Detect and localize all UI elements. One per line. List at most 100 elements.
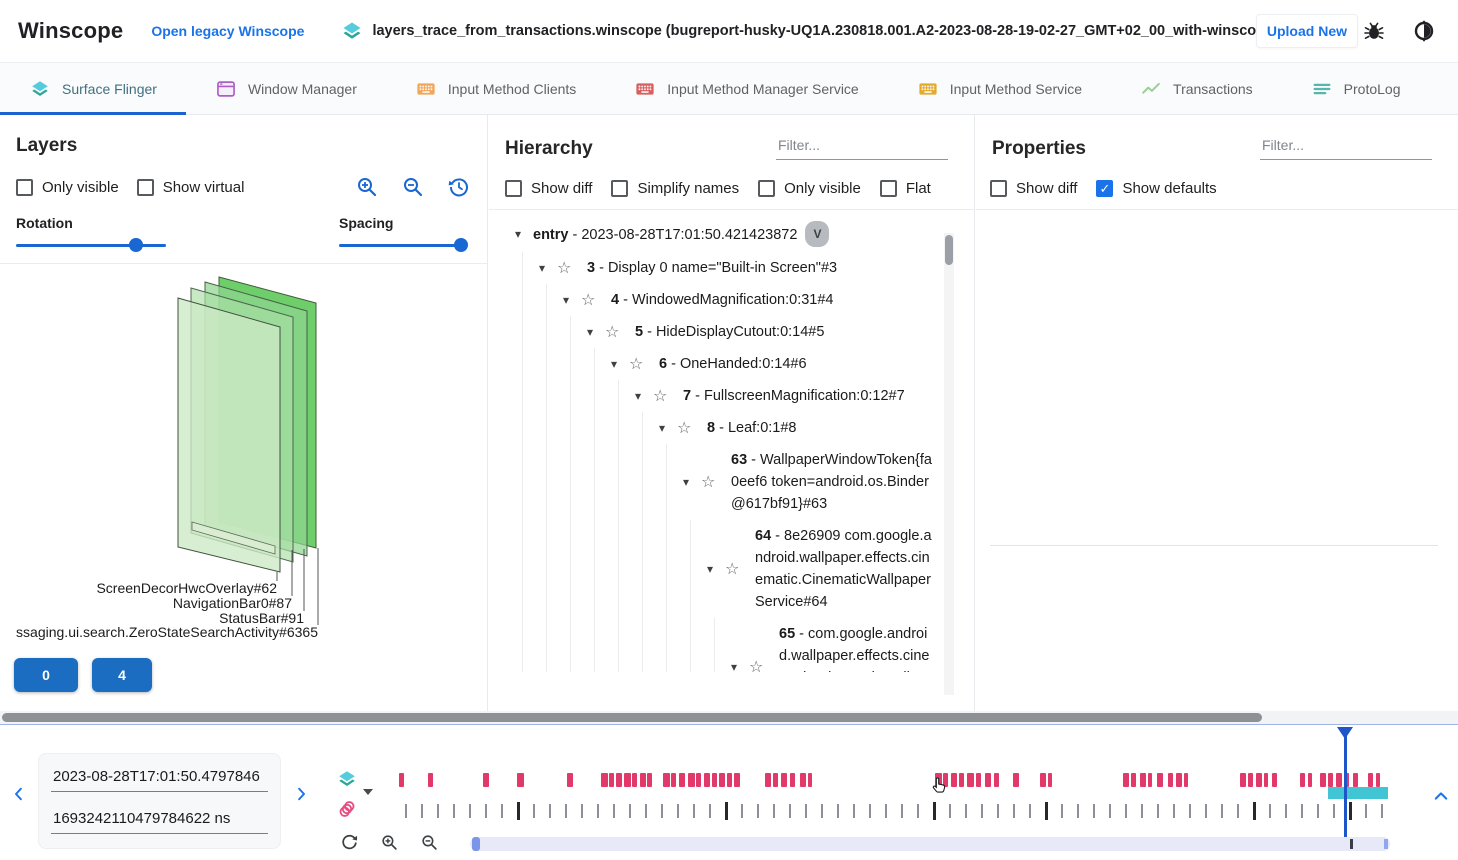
trace-entry-tick[interactable] (741, 804, 743, 818)
pin-star-icon[interactable]: ☆ (605, 322, 627, 342)
transition-mark[interactable] (609, 773, 614, 787)
trace-entry-tick[interactable] (469, 804, 471, 818)
transition-mark[interactable] (517, 773, 524, 787)
transition-mark[interactable] (1336, 773, 1342, 787)
transition-mark[interactable] (1131, 773, 1136, 787)
checkbox-show-diff[interactable]: Show diff (505, 180, 592, 197)
horizontal-scrollbar-thumb[interactable] (2, 713, 1262, 722)
transition-mark[interactable] (727, 773, 732, 787)
trace-entry-tick[interactable] (981, 804, 983, 818)
trace-entry-tick[interactable] (1093, 804, 1095, 818)
collapse-caret-icon[interactable]: ▾ (539, 261, 557, 275)
timeline-cursor-handle[interactable] (1337, 727, 1353, 739)
trace-entry-tick[interactable] (1221, 804, 1223, 818)
trace-entry-tick[interactable] (773, 804, 775, 818)
trace-entry-tick[interactable] (453, 804, 455, 818)
timeline-cursor-line[interactable] (1344, 729, 1347, 837)
transition-mark[interactable] (696, 773, 701, 787)
collapse-caret-icon[interactable]: ▾ (683, 475, 701, 489)
transition-mark[interactable] (719, 773, 725, 787)
transition-mark[interactable] (1040, 773, 1046, 787)
collapse-caret-icon[interactable]: ▾ (587, 325, 605, 339)
pin-star-icon[interactable]: ☆ (581, 290, 603, 310)
trace-entry-tick[interactable] (1269, 804, 1271, 818)
trace-entry-tick[interactable] (1205, 804, 1207, 818)
pin-star-icon[interactable]: ☆ (629, 354, 651, 374)
transition-mark[interactable] (1264, 773, 1268, 787)
trace-entry-tick[interactable] (853, 804, 855, 818)
transition-mark[interactable] (1176, 773, 1182, 787)
transition-mark[interactable] (632, 773, 637, 787)
timeline-range-slider[interactable] (470, 837, 1390, 851)
trace-entry-tick[interactable] (629, 804, 631, 818)
transition-mark[interactable] (959, 773, 964, 787)
trace-entry-tick[interactable] (965, 804, 967, 818)
transition-mark[interactable] (1300, 773, 1305, 787)
trace-entry-tick[interactable] (1109, 804, 1111, 818)
collapse-caret-icon[interactable]: ▾ (635, 389, 653, 403)
trace-entry-tick[interactable] (1173, 804, 1175, 818)
transition-mark[interactable] (1013, 773, 1019, 787)
prev-entry-chevron-icon[interactable] (10, 785, 28, 803)
trace-entry-tick[interactable] (645, 804, 647, 818)
transition-mark[interactable] (679, 773, 685, 787)
range-slider-thumb[interactable] (472, 837, 480, 851)
hierarchy-scrollbar[interactable] (944, 233, 954, 695)
collapse-timeline-chevron-icon[interactable] (1432, 787, 1450, 805)
transition-mark[interactable] (951, 773, 957, 787)
collapse-caret-icon[interactable]: ▾ (707, 562, 725, 576)
transition-mark[interactable] (712, 773, 717, 787)
transition-mark[interactable] (1168, 773, 1173, 787)
pin-star-icon[interactable]: ☆ (557, 258, 579, 278)
trace-entry-tick[interactable] (1077, 804, 1079, 818)
transition-mark[interactable] (1328, 773, 1333, 787)
trace-entry-tick[interactable] (1381, 804, 1383, 818)
trace-entry-tick[interactable] (1301, 804, 1303, 818)
transition-mark[interactable] (1140, 773, 1146, 787)
transition-mark[interactable] (1308, 773, 1312, 787)
checkbox-show-defaults[interactable]: ✓Show defaults (1096, 180, 1216, 197)
trace-entry-tick[interactable] (821, 804, 823, 818)
transition-mark[interactable] (773, 773, 778, 787)
refresh-icon[interactable] (340, 833, 359, 852)
trace-entry-tick[interactable] (725, 802, 728, 820)
trace-entry-tick[interactable] (437, 804, 439, 818)
tree-node-7[interactable]: ▾☆7 - FullscreenMagnification:0:12#7 (489, 380, 974, 412)
hierarchy-scrollbar-thumb[interactable] (945, 235, 953, 265)
trace-entry-tick[interactable] (693, 804, 695, 818)
collapse-caret-icon[interactable]: ▾ (563, 293, 581, 307)
transition-mark[interactable] (976, 773, 981, 787)
tree-node-65[interactable]: ▾☆65 - com.google.android.wallpaper.effe… (489, 618, 974, 672)
tree-node-63[interactable]: ▾☆63 - WallpaperWindowToken{fa0eef6 toke… (489, 444, 974, 520)
open-legacy-link[interactable]: Open legacy Winscope (151, 23, 304, 39)
trace-entry-tick[interactable] (581, 804, 583, 818)
trace-entry-tick[interactable] (1317, 804, 1319, 818)
transition-mark[interactable] (790, 773, 795, 787)
checkbox-show-diff[interactable]: Show diff (990, 180, 1077, 197)
transition-mark[interactable] (1184, 773, 1188, 787)
tab-tra[interactable]: Tra (1429, 63, 1458, 114)
trace-entry-tick[interactable] (709, 804, 711, 818)
cursor-ns-input[interactable]: 1693242110479784622 ns (51, 806, 268, 834)
trace-entry-tick[interactable] (1045, 802, 1048, 820)
checkbox-only-visible[interactable]: Only visible (16, 179, 119, 196)
pin-star-icon[interactable]: ☆ (701, 472, 723, 492)
transition-mark[interactable] (704, 773, 710, 787)
transition-mark[interactable] (1123, 773, 1129, 787)
transition-mark[interactable] (663, 773, 670, 787)
transition-mark[interactable] (1353, 773, 1358, 787)
trace-entry-tick[interactable] (1029, 804, 1031, 818)
track-dropdown-caret-icon[interactable] (363, 789, 373, 795)
transition-mark[interactable] (967, 773, 974, 787)
transition-mark[interactable] (765, 773, 771, 787)
pin-star-icon[interactable]: ☆ (653, 386, 675, 406)
trace-entry-tick[interactable] (405, 804, 407, 818)
transition-mark[interactable] (1248, 773, 1253, 787)
tree-node-5[interactable]: ▾☆5 - HideDisplayCutout:0:14#5 (489, 316, 974, 348)
transition-mark[interactable] (1240, 773, 1246, 787)
hierarchy-filter-input[interactable] (776, 133, 948, 160)
tree-node-4[interactable]: ▾☆4 - WindowedMagnification:0:31#4 (489, 284, 974, 316)
transition-mark[interactable] (1157, 773, 1163, 787)
trace-entry-tick[interactable] (789, 804, 791, 818)
trace-entry-tick[interactable] (1141, 804, 1143, 818)
